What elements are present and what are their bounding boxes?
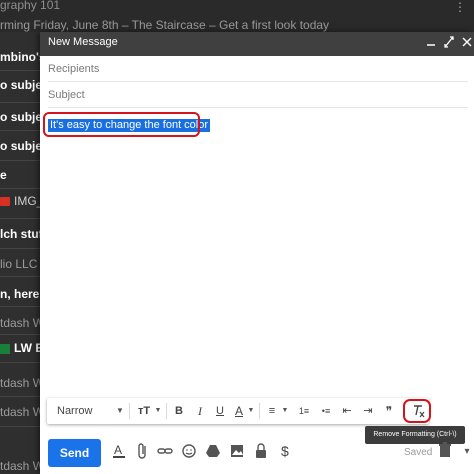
annotation-highlight-ring bbox=[43, 112, 200, 137]
inbox-row-text: graphy 101 bbox=[0, 0, 61, 12]
quote-icon[interactable]: ❞ bbox=[382, 398, 396, 424]
inbox-row[interactable]: o subject bbox=[0, 104, 40, 130]
inbox-row[interactable]: n, here's bbox=[0, 281, 40, 307]
minimize-icon[interactable] bbox=[424, 35, 438, 51]
confidential-icon[interactable] bbox=[252, 442, 270, 464]
svg-text:$: $ bbox=[281, 443, 289, 459]
numbered-list-icon[interactable]: 1≡ bbox=[297, 398, 311, 424]
text-size-icon[interactable]: тТ bbox=[135, 398, 153, 424]
inbox-row[interactable]: e bbox=[0, 162, 40, 188]
inbox-row[interactable]: lio LLC bbox=[0, 251, 40, 277]
indent-less-icon[interactable]: ⇤ bbox=[340, 398, 354, 424]
font-select[interactable]: Narrow bbox=[57, 398, 117, 424]
trash-icon[interactable] bbox=[436, 441, 454, 463]
inbox-row[interactable]: o subject bbox=[0, 72, 40, 98]
formatting-toolbar: Narrow ▼ тТ ▼ B I U A ▼ ≡ ▼ 1≡ •≡ ⇤ ⇥ ❞ bbox=[47, 398, 429, 424]
inbox-row[interactable]: LW E bbox=[0, 335, 40, 361]
inbox-row[interactable]: tdash Wo bbox=[0, 399, 40, 425]
chevron-down-icon[interactable]: ▼ bbox=[247, 398, 255, 424]
chevron-down-icon[interactable]: ▼ bbox=[115, 398, 125, 424]
italic-button[interactable]: I bbox=[193, 398, 207, 424]
inbox-top-rows: graphy 101 rming Friday, June 8th – The … bbox=[0, 0, 474, 32]
inbox-row[interactable]: lch stuff bbox=[0, 221, 40, 247]
svg-text:A: A bbox=[114, 443, 122, 457]
indent-more-icon[interactable]: ⇥ bbox=[361, 398, 375, 424]
bold-button[interactable]: B bbox=[172, 398, 186, 424]
inbox-row-menu[interactable]: ⋮ bbox=[454, 0, 466, 14]
inbox-row[interactable]: tdash Wo bbox=[0, 370, 40, 396]
sheets-label-icon bbox=[0, 343, 10, 354]
compose-title: New Message bbox=[48, 36, 118, 48]
fullscreen-icon[interactable] bbox=[442, 35, 456, 51]
bulleted-list-icon[interactable]: •≡ bbox=[319, 398, 333, 424]
send-button[interactable]: Send bbox=[48, 439, 101, 467]
underline-button[interactable]: U bbox=[213, 398, 227, 424]
saved-status: Saved bbox=[404, 447, 433, 458]
inbox-row[interactable]: IMG_ bbox=[0, 188, 40, 214]
chevron-down-icon[interactable]: ▼ bbox=[281, 398, 289, 424]
annotation-highlight-ring bbox=[403, 399, 431, 423]
photo-icon[interactable] bbox=[228, 442, 246, 464]
inbox-row[interactable]: tdash Wo bbox=[0, 310, 40, 336]
subject-field[interactable]: Subject bbox=[48, 82, 468, 108]
emoji-icon[interactable] bbox=[180, 442, 198, 464]
recipients-field[interactable]: Recipients bbox=[48, 56, 468, 82]
align-icon[interactable]: ≡ bbox=[265, 398, 279, 424]
image-label-icon bbox=[0, 197, 10, 207]
link-icon[interactable] bbox=[156, 442, 174, 464]
text-color-icon[interactable]: A bbox=[232, 398, 246, 424]
inbox-row-text: rming Friday, June 8th – The Staircase –… bbox=[0, 18, 330, 32]
close-icon[interactable] bbox=[460, 35, 474, 51]
inbox-row[interactable]: tdash Wo bbox=[0, 453, 40, 474]
drive-icon[interactable] bbox=[204, 442, 222, 464]
compose-header[interactable]: New Message bbox=[40, 32, 474, 56]
signature-icon[interactable]: $ bbox=[276, 442, 294, 464]
more-options-icon[interactable]: ▾ bbox=[458, 441, 474, 463]
inbox-row[interactable]: o subject bbox=[0, 133, 40, 159]
inbox-row[interactable]: mbino's bbox=[0, 44, 40, 70]
chevron-down-icon[interactable]: ▼ bbox=[154, 398, 162, 424]
message-body[interactable]: It's easy to change the font color bbox=[40, 110, 474, 400]
formatting-options-icon[interactable]: A bbox=[110, 442, 128, 464]
attach-icon[interactable] bbox=[134, 442, 152, 464]
